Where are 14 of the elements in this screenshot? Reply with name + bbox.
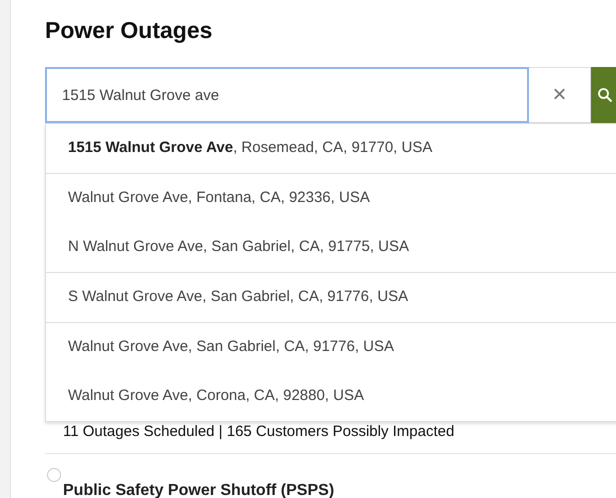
suggestion-item[interactable]: N Walnut Grove Ave, San Gabriel, CA, 91775, USA	[46, 223, 616, 272]
outage-summary: 11 Outages Scheduled | 165 Customers Possibly Impacted	[62, 423, 456, 441]
section-title: Public Safety Power Shutoff (PSPS)	[62, 482, 336, 498]
suggestion-item[interactable]: Walnut Grove Ave, San Gabriel, CA, 91776, USA	[46, 323, 616, 372]
clear-button[interactable]: ×	[529, 67, 591, 123]
suggestion-item[interactable]: Walnut Grove Ave, Fontana, CA, 92336, USA	[46, 174, 616, 223]
suggestion-item[interactable]: Walnut Grove Ave, Corona, CA, 92880, USA	[46, 372, 616, 421]
radio-button[interactable]	[47, 468, 61, 482]
suggestion-item[interactable]: S Walnut Grove Ave, San Gabriel, CA, 91776, USA	[46, 273, 616, 322]
search-field[interactable]: 1515 Walnut Grove ave	[45, 67, 529, 123]
panel-title: Power Outages	[45, 16, 214, 45]
search-icon	[597, 87, 613, 103]
suggestion-item[interactable]: 1515 Walnut Grove Ave, Rosemead, CA, 91770, USA	[46, 124, 616, 173]
search-button[interactable]	[591, 67, 616, 123]
